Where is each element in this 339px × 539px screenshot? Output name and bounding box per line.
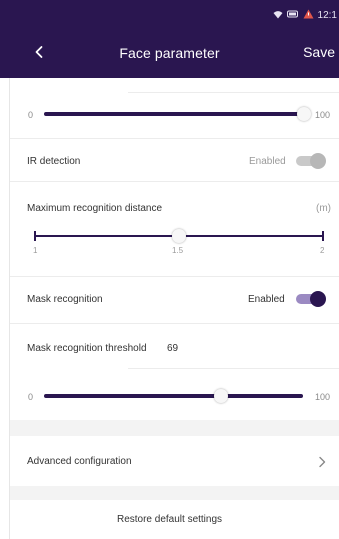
- mask-recognition-label: Mask recognition: [27, 294, 103, 305]
- mask-recognition-status: Enabled: [248, 294, 285, 305]
- mask-threshold-slider[interactable]: 0 100: [0, 388, 339, 408]
- max-distance-label: Maximum recognition distance: [27, 203, 163, 214]
- toggle-knob: [310, 291, 326, 307]
- distance-max-label: 2: [320, 246, 325, 255]
- page-title: Face parameter: [119, 45, 220, 61]
- divider: [128, 368, 339, 369]
- slider-min-label: 0: [28, 110, 34, 120]
- section-separator: [10, 420, 339, 436]
- mask-recognition-toggle[interactable]: [296, 291, 326, 307]
- mask-threshold-label: Mask recognition threshold: [27, 343, 147, 354]
- slider-min-label: 0: [28, 392, 34, 402]
- distance-thumb[interactable]: [172, 229, 186, 243]
- status-bar: 12:1: [0, 0, 339, 28]
- distance-min-label: 1: [33, 246, 38, 255]
- wifi-icon: [273, 10, 283, 21]
- restore-default-settings-button[interactable]: Restore default settings: [0, 514, 339, 525]
- ir-detection-label: IR detection: [27, 156, 81, 167]
- slider-track[interactable]: [44, 112, 302, 116]
- app-bar: Face parameter Save: [0, 28, 339, 78]
- alert-icon: [303, 9, 314, 21]
- top-threshold-slider[interactable]: 0 100: [0, 104, 339, 124]
- max-distance-slider[interactable]: 1 1.5 2: [33, 229, 325, 255]
- toggle-knob: [310, 153, 326, 169]
- chevron-right-icon: [317, 455, 327, 468]
- slider-max-label: 100: [315, 110, 331, 120]
- divider: [128, 92, 339, 93]
- divider: [10, 138, 339, 139]
- advanced-configuration-label: Advanced configuration: [27, 456, 132, 467]
- section-separator: [10, 486, 339, 500]
- divider: [10, 181, 339, 182]
- slider-max-label: 100: [315, 392, 331, 402]
- save-button[interactable]: Save: [303, 44, 335, 60]
- distance-start-tick: [34, 231, 36, 241]
- mask-threshold-value: 69: [167, 343, 179, 354]
- ir-detection-toggle[interactable]: [296, 153, 326, 169]
- max-distance-unit: (m): [316, 203, 331, 214]
- battery-icon: [286, 10, 299, 20]
- settings-content: 0 100 IR detection Enabled Maximum recog…: [0, 78, 339, 539]
- status-time: 12:1: [317, 9, 337, 21]
- ir-detection-status: Enabled: [249, 156, 286, 167]
- advanced-configuration-row[interactable]: Advanced configuration: [10, 436, 339, 486]
- distance-mid-label: 1.5: [172, 246, 184, 255]
- slider-track[interactable]: [44, 394, 303, 398]
- status-icons: 12:1: [273, 9, 337, 21]
- distance-end-tick: [322, 231, 324, 241]
- divider: [10, 276, 339, 277]
- slider-thumb[interactable]: [214, 389, 228, 403]
- slider-thumb[interactable]: [297, 107, 311, 121]
- divider: [10, 323, 339, 324]
